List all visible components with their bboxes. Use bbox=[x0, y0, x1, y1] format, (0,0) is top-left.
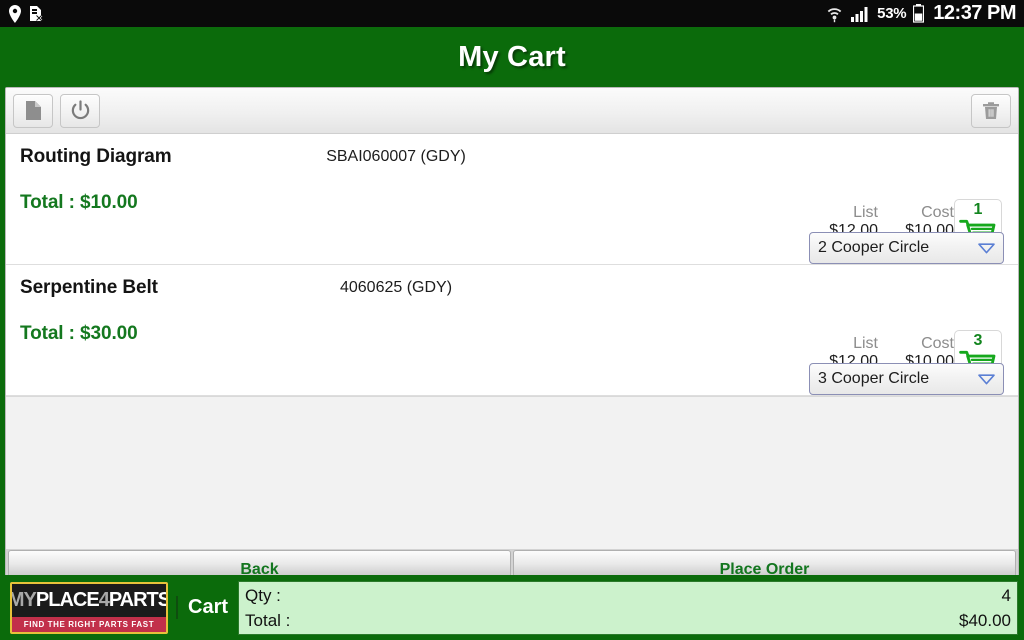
trash-icon bbox=[983, 101, 999, 119]
item-location-dropdown[interactable]: 3 Cooper Circle bbox=[809, 363, 1004, 395]
location-pin-icon bbox=[9, 4, 21, 23]
notes-button[interactable] bbox=[13, 93, 53, 128]
logo-wordmark: MY PLACE 4 PARTS bbox=[10, 583, 168, 617]
summary-qty-value: 4 bbox=[1001, 585, 1011, 605]
cost-price-label: Cost bbox=[921, 204, 954, 221]
power-icon bbox=[71, 100, 89, 120]
list-price-label: List bbox=[853, 204, 878, 221]
cart-summary-label: Cart bbox=[176, 596, 238, 619]
cart-item-list: Routing Diagram SBAI060007 (GDY) Total :… bbox=[6, 134, 1018, 396]
document-note-icon bbox=[25, 101, 41, 120]
item-total: Total : $30.00 bbox=[20, 323, 138, 344]
item-location-value: 2 Cooper Circle bbox=[818, 239, 930, 256]
summary-total-label: Total : bbox=[245, 610, 291, 630]
list-price-label: List bbox=[853, 335, 878, 352]
summary-total-value: $40.00 bbox=[959, 610, 1011, 630]
cart-card: Routing Diagram SBAI060007 (GDY) Total :… bbox=[5, 87, 1019, 592]
item-part-number: SBAI060007 (GDY) bbox=[326, 148, 466, 165]
logo-tagline: FIND THE RIGHT PARTS FAST bbox=[12, 616, 166, 632]
cart-item-row[interactable]: Routing Diagram SBAI060007 (GDY) Total :… bbox=[6, 134, 1018, 265]
app-header: My Cart bbox=[0, 27, 1024, 87]
cart-summary-panel: Qty : 4 Total : $40.00 bbox=[238, 580, 1018, 635]
summary-total-row: Total : $40.00 bbox=[245, 608, 1011, 633]
chevron-down-icon bbox=[978, 373, 995, 384]
battery-percent-label: 53% bbox=[877, 5, 907, 22]
item-quantity-value: 1 bbox=[973, 201, 983, 218]
item-total: Total : $10.00 bbox=[20, 192, 138, 213]
cart-item-row[interactable]: Serpentine Belt 4060625 (GDY) Total : $3… bbox=[6, 265, 1018, 396]
logo-parts: PARTS bbox=[108, 588, 168, 611]
logo-my: MY bbox=[10, 588, 37, 611]
cost-price-label: Cost bbox=[921, 335, 954, 352]
chevron-down-icon bbox=[978, 242, 995, 253]
cart-summary-bar: MY PLACE 4 PARTS FIND THE RIGHT PARTS FAST … bbox=[0, 575, 1024, 640]
empty-list-area bbox=[6, 396, 1018, 549]
item-part-number: 4060625 (GDY) bbox=[339, 279, 453, 296]
battery-icon bbox=[913, 4, 925, 23]
app-window: My Cart Routing Diagram SBAI060007 (GDY)… bbox=[0, 27, 1024, 640]
delete-cart-button[interactable] bbox=[971, 93, 1011, 128]
wifi-icon bbox=[827, 7, 842, 22]
summary-qty-row: Qty : 4 bbox=[245, 583, 1011, 608]
power-button[interactable] bbox=[60, 93, 100, 128]
sim-card-off-icon bbox=[30, 5, 43, 21]
android-status-bar: 53% 12:37 PM bbox=[0, 0, 1024, 27]
cart-toolbar bbox=[6, 88, 1018, 134]
item-quantity-value: 3 bbox=[973, 332, 983, 349]
myplace4parts-logo: MY PLACE 4 PARTS FIND THE RIGHT PARTS FAST bbox=[10, 581, 168, 634]
logo-place: PLACE bbox=[35, 588, 100, 611]
page-title: My Cart bbox=[458, 40, 566, 73]
summary-qty-label: Qty : bbox=[245, 585, 281, 605]
status-bar-clock: 12:37 PM bbox=[933, 2, 1016, 24]
status-bar-notifications bbox=[0, 4, 44, 23]
item-location-dropdown[interactable]: 2 Cooper Circle bbox=[809, 232, 1004, 264]
item-location-value: 3 Cooper Circle bbox=[818, 370, 930, 387]
logo-four: 4 bbox=[98, 588, 110, 611]
status-bar-system-icons: 53% 12:37 PM bbox=[826, 2, 1024, 25]
signal-bars-icon bbox=[851, 6, 868, 22]
